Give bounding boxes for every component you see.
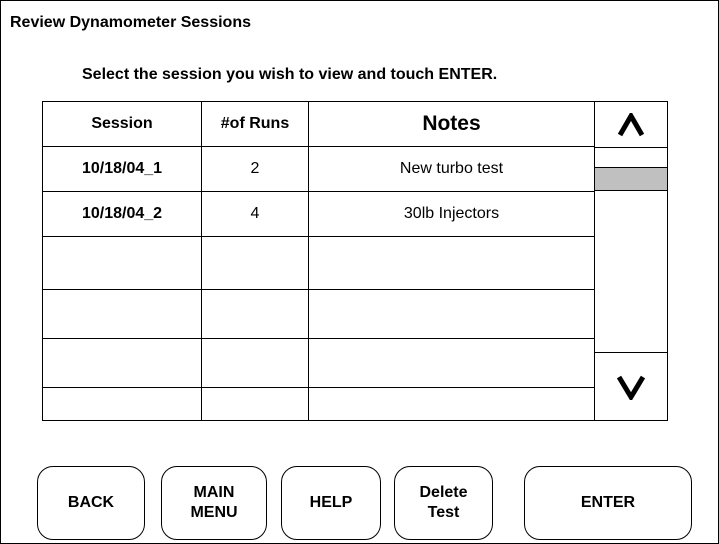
sessions-table: Session #of Runs Notes 10/18/04_1 2 New … xyxy=(42,101,595,421)
runs-cell xyxy=(202,339,309,387)
table-row[interactable] xyxy=(43,339,594,388)
session-cell xyxy=(43,339,202,387)
delete-test-button[interactable]: Delete Test xyxy=(394,466,493,540)
enter-button[interactable]: ENTER xyxy=(524,466,692,540)
table-row[interactable]: 10/18/04_1 2 New turbo test xyxy=(43,147,594,192)
instruction-text: Select the session you wish to view and … xyxy=(82,66,498,83)
main-menu-label-line2: MENU xyxy=(190,504,238,521)
delete-label-line2: Test xyxy=(427,504,460,521)
session-cell xyxy=(43,290,202,338)
main-menu-button[interactable]: MAIN MENU xyxy=(161,466,267,540)
header-session: Session xyxy=(43,102,202,146)
session-cell xyxy=(43,388,202,420)
table-header-row: Session #of Runs Notes xyxy=(43,102,594,147)
session-cell xyxy=(43,237,202,289)
session-cell: 10/18/04_2 xyxy=(43,192,202,236)
header-notes: Notes xyxy=(422,112,481,135)
scrollbar[interactable] xyxy=(594,101,668,421)
scroll-up-button[interactable] xyxy=(595,102,667,148)
help-button[interactable]: HELP xyxy=(281,466,381,540)
page-title: Review Dynamometer Sessions xyxy=(10,14,251,31)
header-runs: #of Runs xyxy=(202,102,309,146)
chevron-down-icon xyxy=(617,375,645,400)
notes-cell xyxy=(309,339,594,387)
delete-label-line1: Delete xyxy=(419,484,468,501)
notes-cell: 30lb Injectors xyxy=(403,205,500,222)
runs-cell: 2 xyxy=(202,147,309,191)
notes-cell xyxy=(309,388,594,420)
notes-cell: New turbo test xyxy=(399,160,504,177)
table-row[interactable]: 10/18/04_2 4 30lb Injectors xyxy=(43,192,594,237)
notes-cell xyxy=(309,290,594,338)
notes-cell xyxy=(309,237,594,289)
table-row[interactable] xyxy=(43,237,594,290)
runs-cell: 4 xyxy=(202,192,309,236)
session-cell: 10/18/04_1 xyxy=(43,147,202,191)
runs-cell xyxy=(202,237,309,289)
back-button-label: BACK xyxy=(67,494,115,511)
scrollbar-thumb[interactable] xyxy=(595,167,667,191)
enter-button-label: ENTER xyxy=(580,494,636,511)
table-row[interactable] xyxy=(43,388,594,420)
back-button[interactable]: BACK xyxy=(37,466,145,540)
scroll-down-button[interactable] xyxy=(595,352,667,421)
help-button-label: HELP xyxy=(309,494,353,511)
main-menu-label-line1: MAIN xyxy=(193,484,235,501)
runs-cell xyxy=(202,388,309,420)
chevron-up-icon xyxy=(618,112,644,136)
runs-cell xyxy=(202,290,309,338)
table-row[interactable] xyxy=(43,290,594,339)
